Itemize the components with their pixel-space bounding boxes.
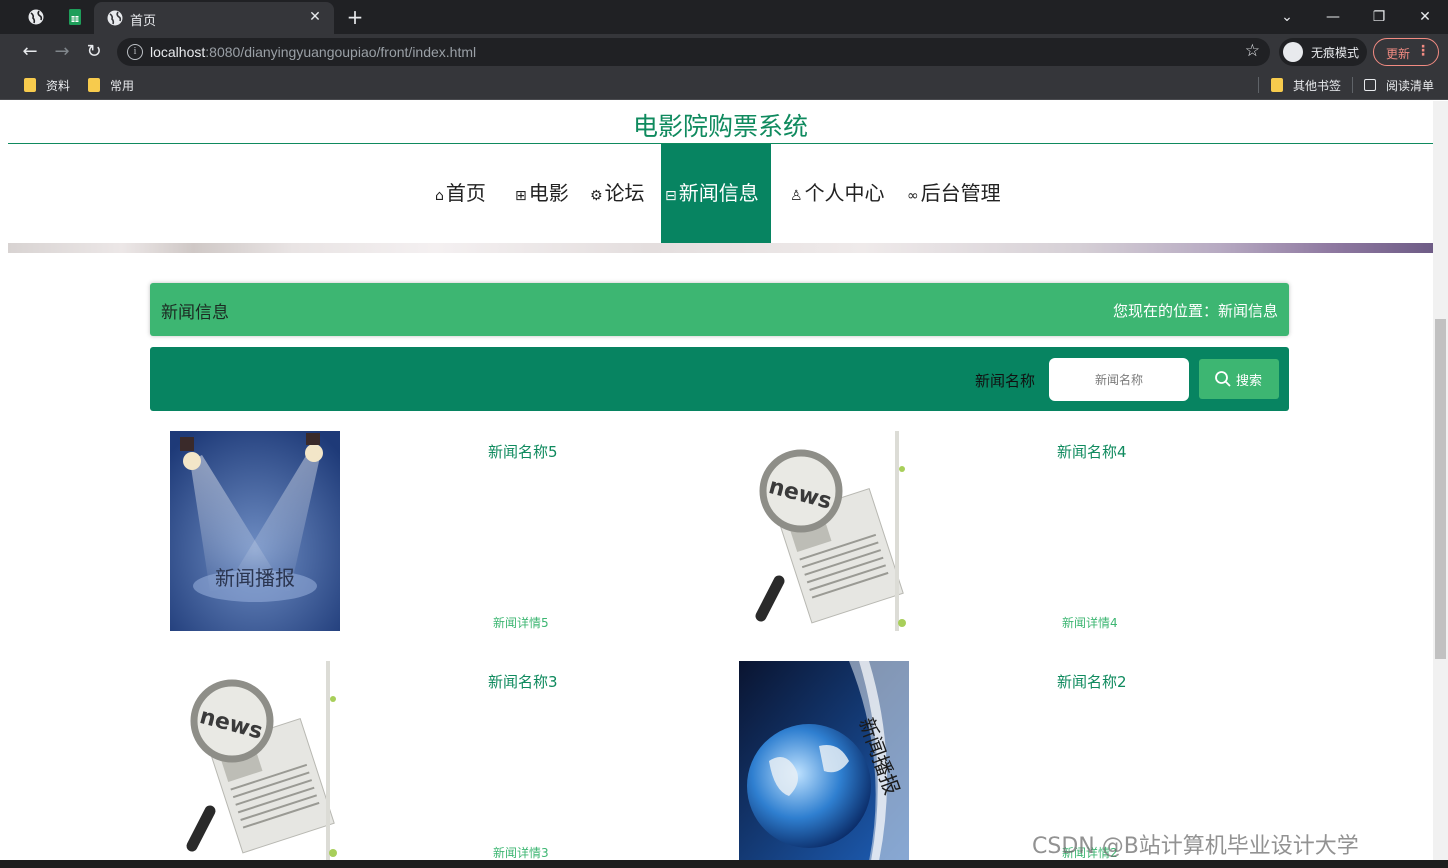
tab-title: 首页 <box>130 14 157 29</box>
page-scrollbar[interactable] <box>1433 101 1448 860</box>
link-icon: ∞ <box>907 188 919 204</box>
news-title[interactable]: 新闻名称4 <box>1057 441 1127 462</box>
update-label: 更新 <box>1386 47 1411 61</box>
page-title: 新闻信息 <box>161 303 229 323</box>
reading-list-icon <box>1364 79 1376 91</box>
magnifier-newspaper-image[interactable]: news <box>739 431 909 631</box>
close-window-icon[interactable]: ✕ <box>1414 6 1436 28</box>
folder-icon <box>1271 78 1283 92</box>
browser-toolbar: ← → ↻ i localhost:8080/dianyingyuangoupi… <box>0 34 1448 70</box>
news-detail-link[interactable]: 新闻详情5 <box>493 614 549 631</box>
site-info-icon[interactable]: i <box>127 44 143 60</box>
gift-icon: ⊞ <box>515 188 527 204</box>
search-button-label: 搜索 <box>1236 374 1263 389</box>
news-title[interactable]: 新闻名称2 <box>1057 671 1127 692</box>
incognito-indicator[interactable]: 无痕模式 <box>1279 38 1367 66</box>
nav-personal-center[interactable]: ♙ 个人中心 <box>790 144 885 243</box>
minimize-icon[interactable]: — <box>1322 6 1344 28</box>
home-icon: ⌂ <box>435 188 444 204</box>
nav-home[interactable]: ⌂ 首页 <box>435 144 486 243</box>
browser-tab-bar: 首页 ✕ + ⌄ — ❐ ✕ <box>0 0 1448 34</box>
bookmark-star-icon[interactable]: ☆ <box>1245 41 1260 61</box>
divider <box>1258 77 1259 93</box>
bookmark-folder-1[interactable]: 资料 <box>24 77 70 93</box>
globe-icon[interactable] <box>27 8 45 26</box>
news-detail-link[interactable]: 新闻详情3 <box>493 844 549 860</box>
restore-icon[interactable]: ❐ <box>1368 6 1390 28</box>
banner-image <box>8 243 1433 253</box>
reload-icon[interactable]: ↻ <box>83 41 105 63</box>
sheets-icon[interactable] <box>66 8 84 26</box>
site-title: 电影院购票系统 <box>632 112 808 141</box>
incognito-icon <box>1283 42 1303 62</box>
globe-icon <box>107 10 123 26</box>
spotlight-news-image[interactable]: 新闻播报 <box>170 431 340 631</box>
nav-movies[interactable]: ⊞ 电影 <box>515 144 569 243</box>
search-label: 新闻名称 <box>975 372 1036 390</box>
gear-icon: ⚙ <box>590 188 603 204</box>
other-bookmarks[interactable]: 其他书签 <box>1271 77 1341 93</box>
address-bar[interactable]: i localhost:8080/dianyingyuangoupiao/fro… <box>117 38 1270 66</box>
url-text[interactable]: localhost:8080/dianyingyuangoupiao/front… <box>150 44 476 60</box>
bookmark-folder-2[interactable]: 常用 <box>88 77 134 93</box>
incognito-label: 无痕模式 <box>1311 46 1360 60</box>
reading-list[interactable]: 阅读清单 <box>1364 77 1434 93</box>
watermark: CSDN @B站计算机毕业设计大学 <box>1032 834 1359 859</box>
search-input[interactable] <box>1049 358 1189 401</box>
nav-admin[interactable]: ∞ 后台管理 <box>907 144 1001 243</box>
folder-icon <box>88 78 100 92</box>
search-button[interactable]: 搜索 <box>1199 359 1279 399</box>
search-icon <box>1215 371 1231 387</box>
active-tab[interactable]: 首页 ✕ <box>94 2 334 34</box>
page-content: 电影院购票系统 ⌂ 首页 ⊞ 电影 ⚙ 论坛 ⊟ 新闻信息 ♙ 个人中心 ∞ 后台管理 新闻… <box>8 101 1433 860</box>
news-detail-link[interactable]: 新闻详情4 <box>1062 614 1118 631</box>
breadcrumb: 新闻信息 您现在的位置：新闻信息 <box>150 283 1289 336</box>
divider <box>1352 77 1353 93</box>
forward-icon[interactable]: → <box>51 41 73 63</box>
current-location: 您现在的位置：新闻信息 <box>1112 302 1278 320</box>
close-tab-icon[interactable]: ✕ <box>306 8 324 26</box>
main-nav: ⌂ 首页 ⊞ 电影 ⚙ 论坛 ⊟ 新闻信息 ♙ 个人中心 ∞ 后台管理 <box>8 144 1433 243</box>
news-title[interactable]: 新闻名称3 <box>488 671 558 692</box>
news-image-caption: 新闻播报 <box>215 566 295 590</box>
news-card[interactable]: 新闻播报 新闻名称5 新闻详情5 <box>150 431 720 631</box>
scrollbar-thumb[interactable] <box>1435 319 1446 659</box>
taskbar <box>0 860 1448 868</box>
update-button[interactable]: 更新 ⋮ <box>1373 38 1439 66</box>
back-icon[interactable]: ← <box>19 41 41 63</box>
nav-forum[interactable]: ⚙ 论坛 <box>590 144 645 243</box>
bookmarks-bar: 资料 常用 其他书签 阅读清单 <box>0 70 1448 100</box>
magnifier-newspaper-image[interactable]: news <box>170 661 340 860</box>
folder-icon <box>24 78 36 92</box>
user-icon: ♙ <box>790 188 803 204</box>
news-card[interactable]: news 新闻名称3 新闻详情3 <box>150 661 720 860</box>
news-title[interactable]: 新闻名称5 <box>488 441 558 462</box>
search-bar: 新闻名称 搜索 <box>150 347 1289 411</box>
book-icon: ⊟ <box>665 188 677 204</box>
globe-news-image[interactable]: 新闻播报 <box>739 661 909 860</box>
nav-news[interactable]: ⊟ 新闻信息 <box>661 144 771 243</box>
new-tab-icon[interactable]: + <box>344 6 366 28</box>
news-card[interactable]: news 新闻名称4 新闻详情4 <box>719 431 1289 631</box>
chevron-down-icon[interactable]: ⌄ <box>1276 6 1298 28</box>
more-icon: ⋮ <box>1416 43 1430 59</box>
